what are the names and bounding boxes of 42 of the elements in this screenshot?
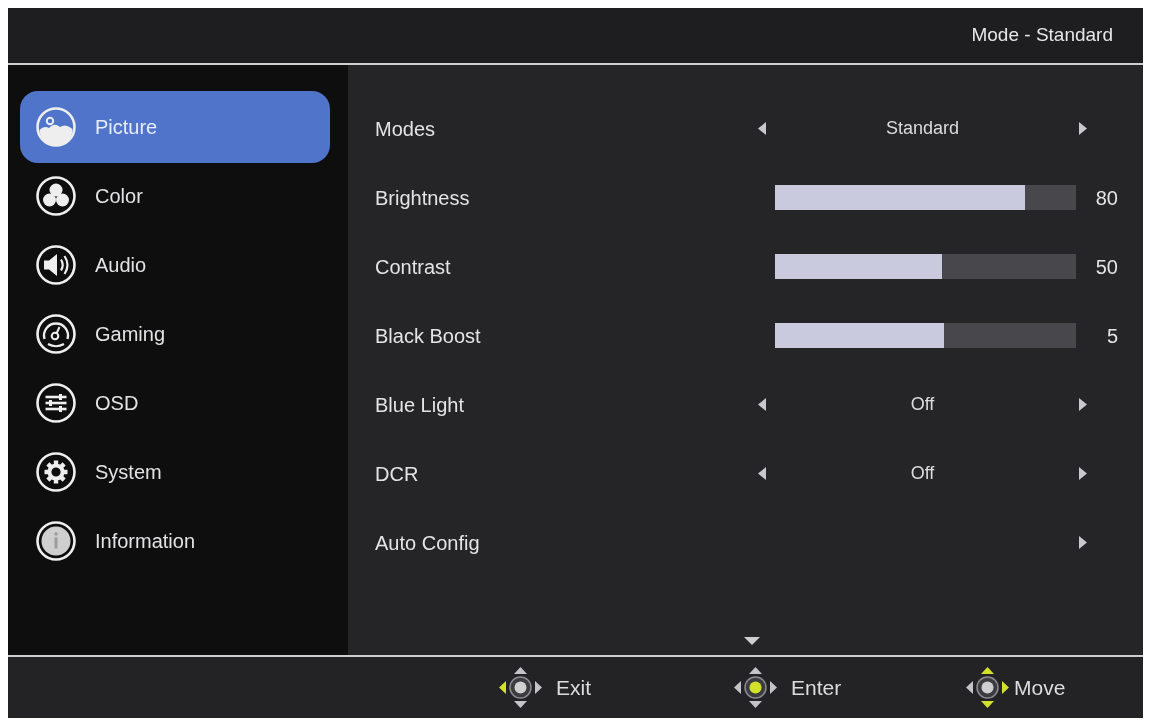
- setting-value: Off: [910, 393, 935, 416]
- mode-title: Mode - Standard: [971, 23, 1113, 48]
- left-arrow-icon: [758, 467, 766, 480]
- slider-value: 80: [1095, 185, 1118, 211]
- setting-label: Brightness: [375, 185, 471, 211]
- hint-label: Move: [1014, 674, 1066, 701]
- menu-item[interactable]: System: [20, 437, 330, 506]
- menu-item[interactable]: Color: [20, 161, 330, 230]
- speaker-icon: [36, 244, 76, 285]
- left-arrow-icon: [758, 398, 766, 411]
- setting-label: Modes: [375, 116, 437, 142]
- info-icon: [36, 520, 76, 561]
- slider-value: 5: [1106, 323, 1118, 349]
- landscape-icon: [36, 106, 76, 147]
- hint-label: Exit: [556, 674, 591, 701]
- right-arrow-icon: [1079, 467, 1087, 480]
- setting-label: Contrast: [375, 254, 452, 280]
- setting-label: DCR: [375, 461, 420, 487]
- menu-item[interactable]: OSD: [20, 368, 330, 437]
- gear-icon: [36, 451, 76, 492]
- slider-track[interactable]: [775, 323, 1076, 348]
- menu-item[interactable]: Audio: [20, 230, 330, 299]
- scroll-down-icon: [743, 637, 760, 645]
- slider-track[interactable]: [775, 254, 1076, 279]
- sliders-icon: [36, 382, 76, 423]
- slider-value: 50: [1095, 254, 1118, 280]
- menu-item[interactable]: Information: [20, 506, 330, 575]
- hint-label: Enter: [791, 674, 842, 701]
- setting-label: Auto Config: [375, 530, 481, 556]
- right-arrow-icon: [1079, 536, 1087, 549]
- setting-value: Standard: [885, 117, 960, 140]
- slider-track[interactable]: [775, 185, 1076, 210]
- right-arrow-icon: [1079, 398, 1087, 411]
- circles-icon: [36, 175, 76, 216]
- setting-label: Black Boost: [375, 323, 482, 349]
- setting-value: Off: [910, 462, 935, 485]
- menu-item[interactable]: Picture: [20, 90, 330, 163]
- left-arrow-icon: [758, 122, 766, 135]
- menu-item[interactable]: Gaming: [20, 299, 330, 368]
- gauge-icon: [36, 313, 76, 354]
- setting-label: Blue Light: [375, 392, 465, 418]
- right-arrow-icon: [1079, 122, 1087, 135]
